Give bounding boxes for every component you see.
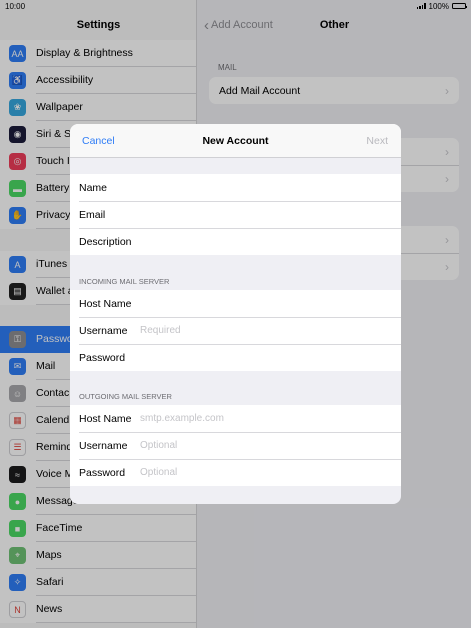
status-right: 100% (416, 1, 467, 11)
outgoing-host-label: Host Name (79, 412, 132, 425)
email-label: Email (79, 208, 106, 221)
next-button[interactable]: Next (366, 135, 388, 147)
outgoing-password-input[interactable]: Optional (140, 467, 177, 478)
email-field[interactable]: Email (70, 201, 401, 228)
battery-percent: 100% (428, 1, 449, 11)
incoming-section-header: INCOMING MAIL SERVER (79, 277, 170, 286)
incoming-host-label: Host Name (79, 297, 132, 310)
status-time: 10:00 (5, 1, 26, 11)
incoming-username-input[interactable]: Required (140, 325, 181, 336)
outgoing-username-label: Username (79, 439, 128, 452)
incoming-fields-group: Host Name Username Required Password (70, 290, 401, 371)
account-fields-group: Name Email Description (70, 174, 401, 255)
outgoing-section-header: OUTGOING MAIL SERVER (79, 392, 172, 401)
new-account-modal: New Account Cancel Next Name Email Descr… (70, 124, 401, 504)
incoming-password-field[interactable]: Password (70, 344, 401, 371)
outgoing-host-input[interactable]: smtp.example.com (140, 413, 224, 424)
outgoing-fields-group: Host Name smtp.example.com Username Opti… (70, 405, 401, 486)
description-field[interactable]: Description (70, 228, 401, 255)
battery-status-icon (452, 3, 467, 9)
outgoing-password-label: Password (79, 466, 126, 479)
incoming-username-label: Username (79, 324, 128, 337)
outgoing-username-input[interactable]: Optional (140, 440, 177, 451)
status-bar: 10:00 100% (0, 0, 471, 12)
cancel-button[interactable]: Cancel (82, 135, 115, 147)
outgoing-password-field[interactable]: Password Optional (70, 459, 401, 486)
outgoing-host-field[interactable]: Host Name smtp.example.com (70, 405, 401, 432)
modal-nav-bar: New Account Cancel Next (70, 124, 401, 158)
name-field[interactable]: Name (70, 174, 401, 201)
modal-title: New Account (202, 135, 269, 147)
incoming-password-label: Password (79, 351, 126, 364)
incoming-username-field[interactable]: Username Required (70, 317, 401, 344)
incoming-host-field[interactable]: Host Name (70, 290, 401, 317)
description-label: Description (79, 235, 132, 248)
outgoing-username-field[interactable]: Username Optional (70, 432, 401, 459)
name-label: Name (79, 181, 108, 194)
signal-icon (416, 3, 426, 9)
